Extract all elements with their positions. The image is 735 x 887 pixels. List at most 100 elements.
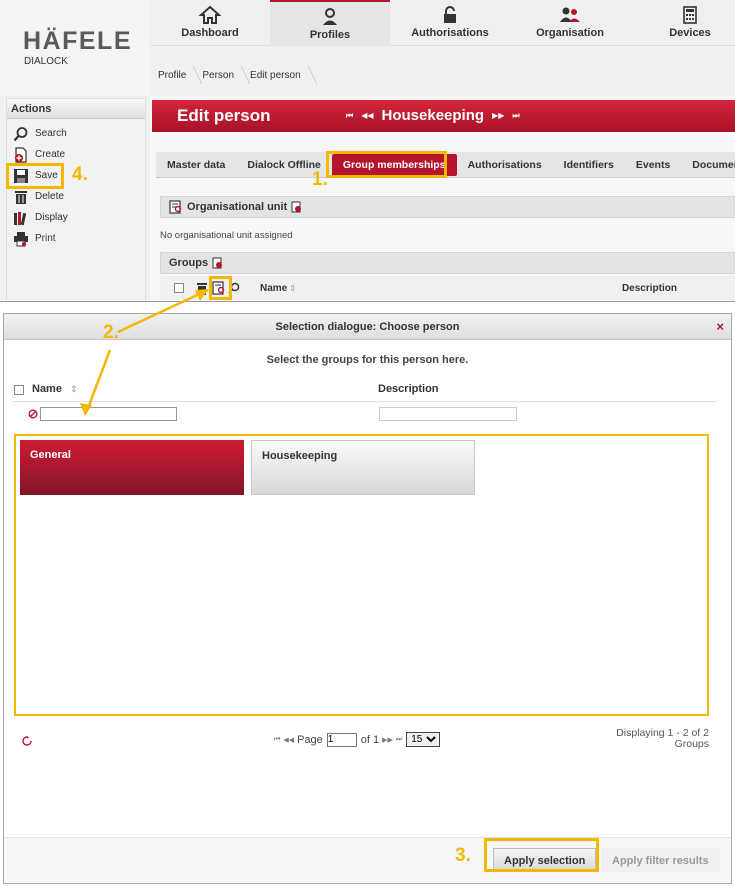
breadcrumb-person[interactable]: Person bbox=[202, 70, 244, 81]
hafele-logo: HÄFELE bbox=[23, 27, 132, 55]
selection-dialog: Selection dialogue: Choose person × Sele… bbox=[3, 313, 732, 884]
page-label: Page bbox=[297, 733, 323, 746]
tab-authorisations[interactable]: Authorisations bbox=[457, 154, 553, 176]
select-all-checkbox[interactable] bbox=[174, 283, 184, 293]
nav-profiles[interactable]: Profiles bbox=[270, 0, 390, 46]
nav-label: Organisation bbox=[536, 27, 604, 39]
step-4-label: 4. bbox=[72, 164, 88, 185]
group-tile-general[interactable]: General bbox=[20, 440, 244, 495]
product-name: DIALOCK bbox=[24, 56, 68, 67]
page-title: Edit person bbox=[177, 106, 271, 125]
pager-status: Displaying 1 - 2 of 2 Groups bbox=[569, 728, 709, 750]
nav-dashboard[interactable]: Dashboard bbox=[150, 0, 270, 46]
last-page-icon[interactable]: ⏭ bbox=[396, 736, 402, 744]
last-record-icon[interactable]: ⏭ bbox=[512, 111, 519, 121]
groups-header: Groups bbox=[160, 252, 735, 274]
nav-label: Dashboard bbox=[181, 27, 239, 39]
tab-documents[interactable]: Documents bbox=[681, 154, 735, 176]
column-name[interactable]: Name bbox=[260, 283, 287, 294]
name-filter-input[interactable] bbox=[40, 407, 177, 421]
home-icon bbox=[199, 5, 221, 24]
action-display[interactable]: Display bbox=[7, 207, 145, 228]
step-2-label: 2. bbox=[103, 322, 119, 343]
dialog-instructions: Select the groups for this person here. bbox=[266, 354, 469, 366]
breadcrumb: Profile Person Edit person bbox=[150, 62, 317, 88]
previous-page-icon[interactable]: ◀◀ bbox=[283, 736, 294, 744]
record-navigator: ⏮ ◀◀ Housekeeping ▶▶ ⏭ bbox=[342, 107, 524, 124]
action-print[interactable]: Print bbox=[7, 228, 145, 249]
next-page-icon[interactable]: ▶▶ bbox=[382, 736, 393, 744]
actions-panel: Actions Search Create Save Delete Displa… bbox=[6, 98, 146, 301]
tab-master-data[interactable]: Master data bbox=[156, 154, 236, 176]
action-delete[interactable]: Delete bbox=[7, 186, 145, 207]
breadcrumb-profile[interactable]: Profile bbox=[158, 70, 196, 81]
action-label: Search bbox=[35, 128, 67, 139]
clear-filter-icon[interactable] bbox=[28, 409, 38, 419]
groups-column-header: Name ⇕ Description bbox=[160, 276, 735, 300]
nav-label: Profiles bbox=[309, 29, 351, 41]
description-filter-input[interactable] bbox=[379, 407, 517, 421]
pager: ⏮ ◀◀ Page of 1 ▶▶ ⏭ 15 Displaying 1 - 2 … bbox=[12, 726, 717, 756]
tab-events[interactable]: Events bbox=[625, 154, 681, 176]
calculator-icon bbox=[683, 6, 697, 24]
action-label: Delete bbox=[35, 191, 64, 202]
first-record-icon[interactable]: ⏮ bbox=[346, 111, 353, 121]
pager-controls: ⏮ ◀◀ Page of 1 ▶▶ ⏭ 15 bbox=[274, 732, 441, 747]
org-unit-header: Organisational unit bbox=[160, 196, 735, 218]
highlight-apply-selection bbox=[484, 838, 599, 872]
nav-label: Devices bbox=[669, 27, 711, 39]
group-tile-label: Housekeeping bbox=[262, 450, 338, 462]
nav-authorisations[interactable]: Authorisations bbox=[390, 0, 510, 46]
lock-icon bbox=[444, 6, 456, 23]
tab-identifiers[interactable]: Identifiers bbox=[553, 154, 625, 176]
action-search[interactable]: Search bbox=[7, 123, 145, 144]
person-icon bbox=[323, 8, 337, 25]
page-count: of 1 bbox=[360, 733, 380, 746]
nav-organisation[interactable]: Organisation bbox=[510, 0, 630, 46]
group-tile-label: General bbox=[30, 449, 71, 461]
people-icon bbox=[560, 7, 580, 22]
books-icon bbox=[14, 211, 27, 225]
app-window: HÄFELE DIALOCK Dashboard Profiles Author… bbox=[0, 0, 735, 302]
printer-icon bbox=[14, 231, 28, 246]
logo-area: HÄFELE DIALOCK bbox=[0, 0, 150, 96]
refresh-icon[interactable] bbox=[291, 201, 303, 213]
edit-person-header: Edit person ⏮ ◀◀ Housekeeping ▶▶ ⏭ bbox=[152, 100, 735, 132]
sort-icon: ⇕ bbox=[289, 283, 296, 293]
reload-icon[interactable] bbox=[22, 736, 32, 746]
highlight-save bbox=[6, 163, 64, 189]
breadcrumb-edit-person: Edit person bbox=[250, 70, 311, 81]
action-label: Print bbox=[35, 233, 56, 244]
refresh-icon[interactable] bbox=[212, 257, 224, 269]
main-content: Edit person ⏮ ◀◀ Housekeeping ▶▶ ⏭ Maste… bbox=[150, 96, 735, 301]
groups-title: Groups bbox=[169, 257, 209, 269]
highlight-group-memberships bbox=[326, 151, 447, 178]
page-number-input[interactable] bbox=[326, 732, 357, 747]
pager-status-unit: Groups bbox=[674, 738, 709, 750]
previous-record-icon[interactable]: ◀◀ bbox=[361, 111, 373, 120]
dialog-column-header: Name ⇕ Description bbox=[12, 376, 717, 402]
highlight-select-icon bbox=[209, 276, 232, 300]
next-record-icon[interactable]: ▶▶ bbox=[492, 111, 504, 120]
nav-devices[interactable]: Devices bbox=[630, 0, 735, 46]
close-icon[interactable]: × bbox=[716, 314, 724, 340]
select-all-checkbox[interactable] bbox=[14, 385, 24, 395]
column-name[interactable]: Name bbox=[32, 383, 62, 395]
trash-icon[interactable] bbox=[196, 282, 208, 295]
group-tile-area: General Housekeeping bbox=[14, 434, 709, 716]
page-size-select[interactable]: 15 bbox=[406, 732, 441, 747]
new-document-icon bbox=[15, 146, 27, 163]
step-1-label: 1. bbox=[312, 169, 328, 190]
magnifier-icon bbox=[13, 126, 28, 141]
group-tile-housekeeping[interactable]: Housekeeping bbox=[251, 440, 475, 495]
apply-filter-results-button[interactable]: Apply filter results bbox=[601, 848, 720, 872]
org-unit-empty-text: No organisational unit assigned bbox=[160, 230, 293, 241]
record-name: Housekeeping bbox=[381, 107, 485, 124]
trash-icon bbox=[15, 190, 27, 204]
org-unit-title: Organisational unit bbox=[187, 201, 288, 213]
action-create[interactable]: Create bbox=[7, 144, 145, 165]
column-description[interactable]: Description bbox=[378, 383, 439, 395]
first-page-icon[interactable]: ⏮ bbox=[274, 736, 280, 744]
select-list-icon[interactable] bbox=[169, 200, 183, 214]
column-description[interactable]: Description bbox=[622, 283, 677, 294]
